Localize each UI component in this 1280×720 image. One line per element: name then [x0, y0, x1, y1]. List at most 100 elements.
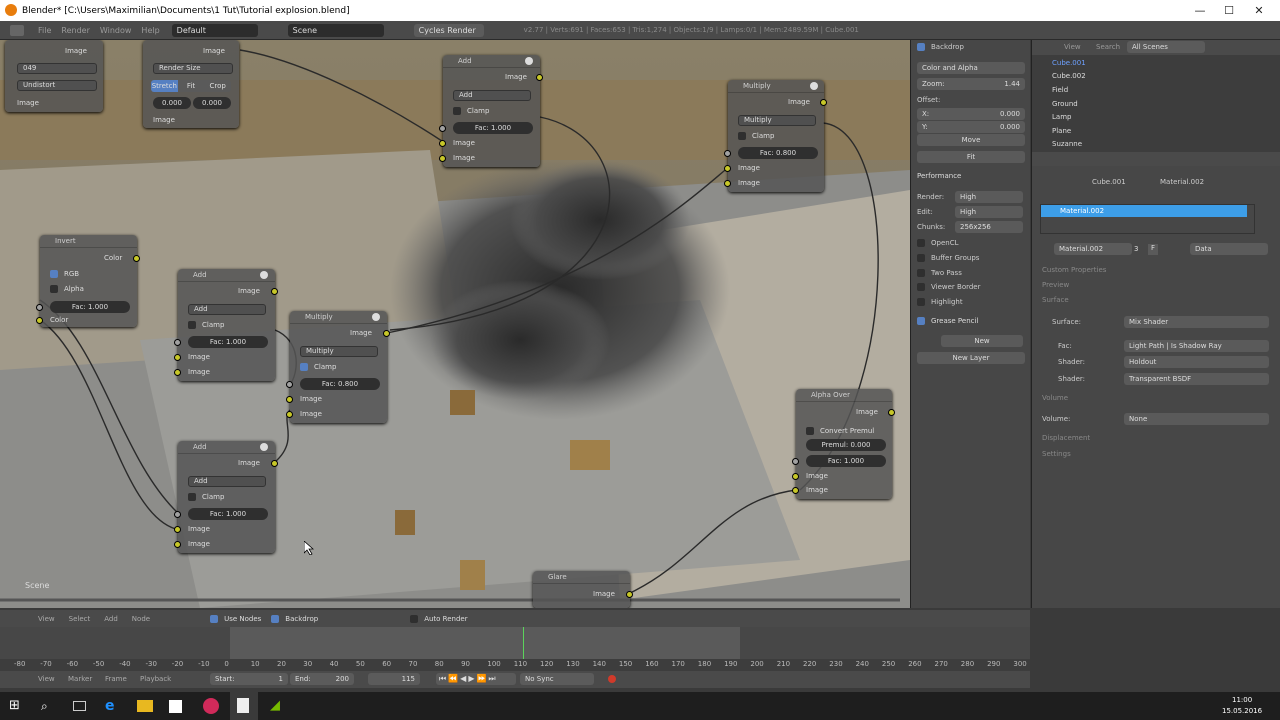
fac-socket[interactable]	[286, 381, 293, 388]
menu-window[interactable]: Window	[100, 26, 132, 35]
shader1-select[interactable]: Holdout	[1124, 356, 1269, 368]
node-add-menu[interactable]: Add	[104, 615, 118, 623]
start-frame-field[interactable]: Start: 1	[210, 673, 288, 685]
clamp-checkbox[interactable]	[738, 132, 746, 140]
outliner-item[interactable]: Cube.002	[1052, 72, 1086, 80]
layout-selector[interactable]: Default	[171, 23, 258, 37]
input-socket-2[interactable]	[792, 487, 799, 494]
outliner-item[interactable]: Cube.001	[1052, 59, 1086, 67]
displacement-panel[interactable]: Displacement	[1042, 434, 1090, 442]
task-view-icon[interactable]	[73, 701, 86, 711]
render-engine-select[interactable]: Cycles Render	[413, 23, 484, 37]
output-socket[interactable]	[888, 409, 895, 416]
blend-mode-select[interactable]: Multiply	[738, 115, 816, 126]
sync-select[interactable]: No Sync	[520, 673, 594, 685]
output-socket[interactable]	[536, 74, 543, 81]
fac-input-select[interactable]: Light Path | Is Shadow Ray	[1124, 340, 1269, 352]
add-node-top[interactable]: Add Image Add Clamp Fac: 1.000 Image Ima…	[439, 55, 543, 167]
store-icon[interactable]	[169, 700, 182, 713]
offset-x-field[interactable]: X: 0.000	[917, 108, 1025, 120]
timeline-marker-menu[interactable]: Marker	[68, 675, 92, 683]
node-node-menu[interactable]: Node	[132, 615, 150, 623]
end-frame-field[interactable]: End: 200	[290, 673, 354, 685]
shader2-select[interactable]: Transparent BSDF	[1124, 373, 1269, 385]
surface-panel[interactable]: Surface	[1042, 296, 1069, 304]
input-socket-2[interactable]	[724, 180, 731, 187]
blend-mode-select[interactable]: Add	[453, 90, 531, 101]
fac-socket[interactable]	[174, 339, 181, 346]
app-icon[interactable]	[203, 698, 219, 714]
menu-file[interactable]: File	[38, 26, 51, 35]
edge-icon[interactable]: e	[105, 698, 121, 714]
scene-selector[interactable]: Scene	[287, 23, 384, 37]
fac-field[interactable]: Fac: 0.800	[738, 147, 818, 159]
input-socket-1[interactable]	[174, 526, 181, 533]
node-select-menu[interactable]: Select	[69, 615, 91, 623]
playback-controls[interactable]: ⏮⏪◀▶⏩⏭	[436, 673, 516, 685]
chunks-select[interactable]: 256x256	[955, 221, 1023, 233]
new-button[interactable]: New	[941, 335, 1023, 347]
color-output-socket[interactable]	[133, 255, 140, 262]
fac-field[interactable]: Fac: 1.000	[188, 508, 268, 520]
volume-shader-select[interactable]: None	[1124, 413, 1269, 425]
blend-mode-select[interactable]: Multiply	[300, 346, 378, 357]
fac-field[interactable]: Fac: 1.000	[453, 122, 533, 134]
timeline-view-menu[interactable]: View	[38, 675, 55, 683]
input-socket-2[interactable]	[174, 369, 181, 376]
viewer-border-checkbox[interactable]	[917, 283, 925, 291]
auto-render-checkbox[interactable]	[410, 614, 419, 623]
search-icon[interactable]: ⌕	[41, 698, 57, 714]
offset-x-field[interactable]: 0.000	[153, 97, 191, 109]
outliner-view-menu[interactable]: View	[1064, 43, 1081, 51]
backdrop-channels-select[interactable]: Color and Alpha	[917, 62, 1025, 74]
zoom-field[interactable]: Zoom: 1.44	[917, 78, 1025, 90]
buffer-groups-checkbox[interactable]	[917, 254, 925, 262]
backdrop-toggle-checkbox[interactable]	[271, 614, 280, 623]
image-node[interactable]: Image 049 Undistort Image	[5, 40, 103, 112]
rgb-checkbox[interactable]	[50, 270, 58, 278]
frame-field[interactable]: 049	[17, 63, 97, 74]
undistort-select[interactable]: Undistort	[17, 80, 97, 91]
outliner-item[interactable]: Plane	[1052, 127, 1071, 135]
material-slot-list[interactable]	[1040, 204, 1255, 234]
explorer-icon[interactable]	[137, 700, 153, 712]
link-data-select[interactable]: Data	[1190, 243, 1268, 255]
clamp-checkbox[interactable]	[300, 363, 308, 371]
preview-panel[interactable]: Preview	[1042, 281, 1069, 289]
multiply-node-top[interactable]: Multiply Image Multiply Clamp Fac: 0.800…	[724, 80, 827, 192]
use-nodes-checkbox[interactable]	[210, 614, 219, 623]
invert-node[interactable]: Invert Color RGB Alpha Fac: 1.000 Color	[36, 235, 140, 327]
stretch-toggle[interactable]: Stretch	[151, 80, 178, 92]
opencl-checkbox[interactable]	[917, 239, 925, 247]
record-icon[interactable]	[608, 675, 616, 683]
minimize-button[interactable]: —	[1185, 0, 1215, 21]
alpha-checkbox[interactable]	[50, 285, 58, 293]
fac-field[interactable]: Fac: 0.800	[300, 378, 380, 390]
preview-icon[interactable]	[260, 443, 268, 451]
material-name-field[interactable]: Material.002	[1054, 243, 1132, 255]
scale-node[interactable]: Image Render Size Stretch Fit Crop 0.000…	[143, 40, 239, 128]
add-node-mid[interactable]: Add Image Add Clamp Fac: 1.000 Image Ima…	[174, 269, 278, 381]
input-socket-2[interactable]	[286, 411, 293, 418]
backdrop-checkbox[interactable]	[917, 43, 925, 51]
input-socket-2[interactable]	[439, 155, 446, 162]
preview-icon[interactable]	[260, 271, 268, 279]
multiply-node-mid[interactable]: Multiply Image Multiply Clamp Fac: 0.800…	[286, 311, 390, 423]
timeline-playback-menu[interactable]: Playback	[140, 675, 171, 683]
menu-render[interactable]: Render	[61, 26, 89, 35]
fac-field[interactable]: Fac: 1.000	[188, 336, 268, 348]
clamp-checkbox[interactable]	[453, 107, 461, 115]
fac-socket[interactable]	[724, 150, 731, 157]
outliner-item[interactable]: Field	[1052, 86, 1068, 94]
outliner-item[interactable]: Lamp	[1052, 113, 1071, 121]
node-view-menu[interactable]: View	[38, 615, 55, 623]
output-socket[interactable]	[271, 460, 278, 467]
menu-help[interactable]: Help	[141, 26, 159, 35]
premul-field[interactable]: Premul: 0.000	[806, 439, 886, 451]
offset-y-field[interactable]: Y: 0.000	[917, 121, 1025, 133]
two-pass-checkbox[interactable]	[917, 269, 925, 277]
output-socket[interactable]	[271, 288, 278, 295]
fac-socket[interactable]	[439, 125, 446, 132]
outliner-search-menu[interactable]: Search	[1096, 43, 1120, 51]
preview-icon[interactable]	[525, 57, 533, 65]
